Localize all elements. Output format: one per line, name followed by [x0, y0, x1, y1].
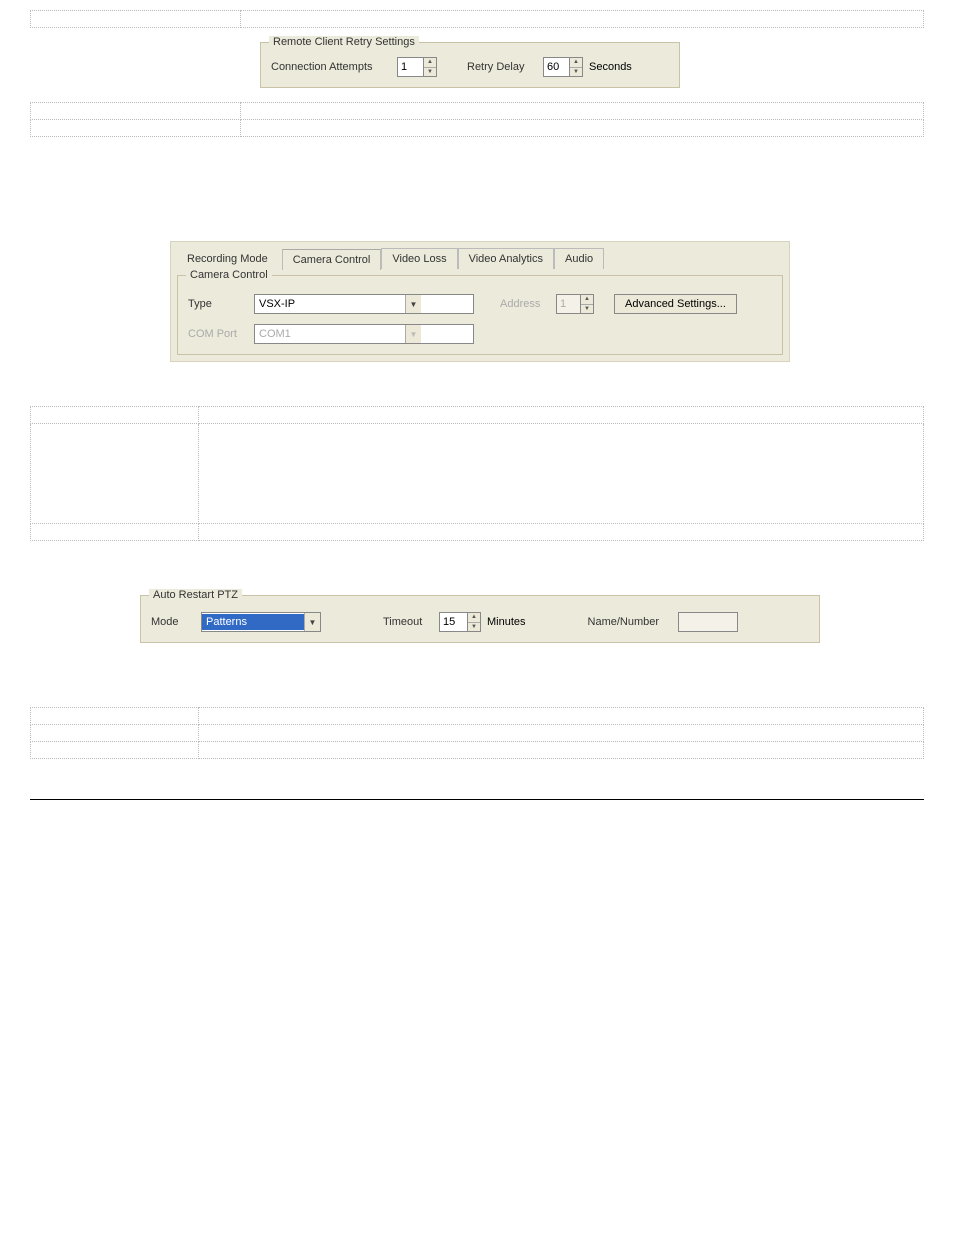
advanced-settings-button[interactable]: Advanced Settings... [614, 294, 737, 314]
cell-right [241, 11, 924, 28]
chevron-down-icon[interactable]: ▼ [424, 68, 436, 77]
chevron-down-icon[interactable]: ▼ [304, 613, 320, 631]
cell-right [199, 725, 924, 742]
cell-left [31, 407, 199, 424]
cell-left [31, 120, 241, 137]
tab-camera-control[interactable]: Camera Control [282, 249, 382, 270]
table-row [31, 708, 924, 725]
name-number-label: Name/Number [588, 616, 672, 628]
mode-value: Patterns [202, 614, 304, 630]
com-port-label: COM Port [188, 328, 248, 340]
table-row [31, 424, 924, 524]
tab-recording-mode[interactable]: Recording Mode [177, 249, 282, 269]
conn-attempts-spinner[interactable]: ▲▼ [397, 57, 437, 77]
spinner-buttons[interactable]: ▲▼ [423, 57, 437, 77]
cell-right [199, 742, 924, 759]
cell-left [31, 424, 199, 524]
name-number-input [678, 612, 738, 632]
ptz-legend: Auto Restart PTZ [149, 589, 242, 601]
table-1 [30, 10, 924, 28]
table-row [31, 120, 924, 137]
chevron-down-icon: ▼ [405, 325, 421, 343]
type-select[interactable]: VSX-IP ▼ [254, 294, 474, 314]
chevron-down-icon: ▼ [581, 305, 593, 314]
table-row [31, 725, 924, 742]
footer-rule [30, 799, 924, 800]
table-row [31, 11, 924, 28]
conn-attempts-label: Connection Attempts [271, 61, 391, 73]
mode-label: Mode [151, 616, 195, 628]
seconds-label: Seconds [589, 61, 632, 73]
table-4 [30, 707, 924, 759]
tab-video-loss[interactable]: Video Loss [381, 248, 457, 269]
retry-legend: Remote Client Retry Settings [269, 36, 419, 48]
chevron-down-icon[interactable]: ▼ [405, 295, 421, 313]
camera-control-legend: Camera Control [186, 269, 272, 281]
table-row [31, 524, 924, 541]
timeout-spinner[interactable]: ▲▼ [439, 612, 481, 632]
cell-right [199, 407, 924, 424]
address-input [556, 294, 580, 314]
table-2 [30, 102, 924, 137]
address-spinner: ▲▼ [556, 294, 594, 314]
tab-audio[interactable]: Audio [554, 248, 604, 269]
cell-left [31, 524, 199, 541]
retry-delay-spinner[interactable]: ▲▼ [543, 57, 583, 77]
spinner-buttons[interactable]: ▲▼ [467, 612, 481, 632]
retry-groupbox: Remote Client Retry Settings Connection … [260, 42, 680, 88]
cell-right [241, 103, 924, 120]
cell-right [199, 424, 924, 524]
cell-left [31, 708, 199, 725]
timeout-input[interactable] [439, 612, 467, 632]
cell-left [31, 11, 241, 28]
minutes-label: Minutes [487, 616, 526, 628]
cell-left [31, 742, 199, 759]
chevron-down-icon[interactable]: ▼ [468, 623, 480, 632]
retry-delay-input[interactable] [543, 57, 569, 77]
type-value: VSX-IP [255, 298, 405, 310]
conn-attempts-input[interactable] [397, 57, 423, 77]
table-row [31, 103, 924, 120]
cell-left [31, 725, 199, 742]
com-port-value: COM1 [255, 328, 405, 340]
cell-right [199, 708, 924, 725]
type-label: Type [188, 298, 248, 310]
cell-left [31, 103, 241, 120]
cell-right [199, 524, 924, 541]
address-label: Address [500, 298, 550, 310]
camera-control-panel: Recording Mode Camera Control Video Loss… [170, 241, 790, 362]
chevron-up-icon[interactable]: ▲ [570, 58, 582, 68]
chevron-up-icon[interactable]: ▲ [468, 613, 480, 623]
tabs-row: Recording Mode Camera Control Video Loss… [177, 248, 783, 269]
mode-select[interactable]: Patterns ▼ [201, 612, 321, 632]
timeout-label: Timeout [383, 616, 433, 628]
tab-video-analytics[interactable]: Video Analytics [458, 248, 554, 269]
chevron-down-icon[interactable]: ▼ [570, 68, 582, 77]
camera-control-groupbox: Camera Control Type VSX-IP ▼ Address ▲▼ … [177, 275, 783, 355]
table-row [31, 407, 924, 424]
spinner-buttons[interactable]: ▲▼ [569, 57, 583, 77]
cell-right [241, 120, 924, 137]
table-3 [30, 406, 924, 541]
table-row [31, 742, 924, 759]
auto-restart-ptz-groupbox: Auto Restart PTZ Mode Patterns ▼ Timeout… [140, 595, 820, 643]
com-port-select: COM1 ▼ [254, 324, 474, 344]
retry-delay-label: Retry Delay [467, 61, 537, 73]
chevron-up-icon[interactable]: ▲ [424, 58, 436, 68]
spinner-buttons: ▲▼ [580, 294, 594, 314]
chevron-up-icon: ▲ [581, 295, 593, 305]
